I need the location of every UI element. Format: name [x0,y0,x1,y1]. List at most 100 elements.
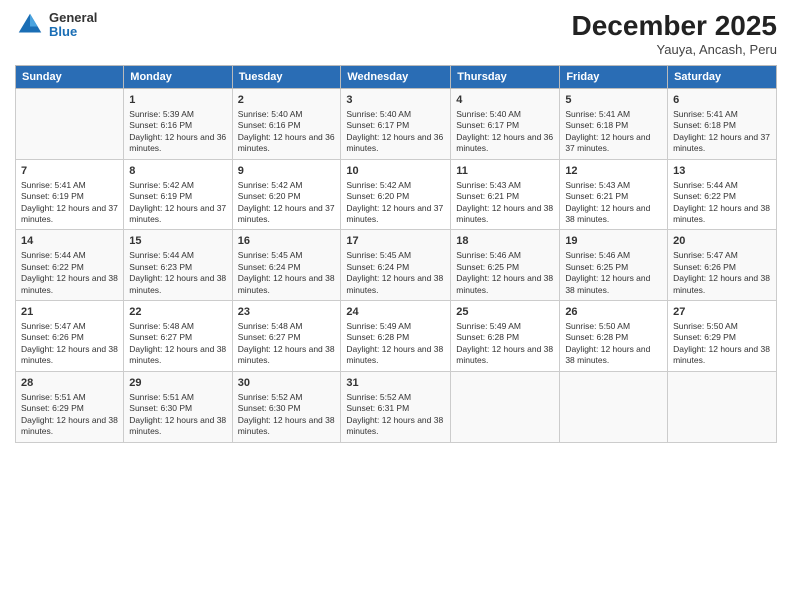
day-cell [668,371,777,442]
day-info: Sunrise: 5:41 AMSunset: 6:18 PMDaylight:… [673,109,771,155]
day-number: 30 [238,376,336,391]
day-number: 7 [21,164,118,179]
col-header-tuesday: Tuesday [232,66,341,89]
day-info: Sunrise: 5:48 AMSunset: 6:27 PMDaylight:… [238,321,336,367]
day-info: Sunrise: 5:51 AMSunset: 6:30 PMDaylight:… [129,392,226,438]
col-header-sunday: Sunday [16,66,124,89]
day-cell: 3Sunrise: 5:40 AMSunset: 6:17 PMDaylight… [341,89,451,160]
day-cell: 2Sunrise: 5:40 AMSunset: 6:16 PMDaylight… [232,89,341,160]
day-number: 4 [456,93,554,108]
day-cell [560,371,668,442]
day-info: Sunrise: 5:46 AMSunset: 6:25 PMDaylight:… [456,250,554,296]
day-number: 3 [346,93,445,108]
day-number: 2 [238,93,336,108]
day-cell: 29Sunrise: 5:51 AMSunset: 6:30 PMDayligh… [124,371,232,442]
day-cell: 22Sunrise: 5:48 AMSunset: 6:27 PMDayligh… [124,301,232,372]
day-number: 28 [21,376,118,391]
day-number: 18 [456,234,554,249]
day-cell: 24Sunrise: 5:49 AMSunset: 6:28 PMDayligh… [341,301,451,372]
day-number: 11 [456,164,554,179]
day-number: 22 [129,305,226,320]
day-info: Sunrise: 5:42 AMSunset: 6:20 PMDaylight:… [346,180,445,226]
day-cell: 16Sunrise: 5:45 AMSunset: 6:24 PMDayligh… [232,230,341,301]
day-number: 24 [346,305,445,320]
day-cell: 20Sunrise: 5:47 AMSunset: 6:26 PMDayligh… [668,230,777,301]
day-cell: 17Sunrise: 5:45 AMSunset: 6:24 PMDayligh… [341,230,451,301]
day-number: 1 [129,93,226,108]
logo-text: General Blue [49,11,97,40]
calendar-table: SundayMondayTuesdayWednesdayThursdayFrid… [15,65,777,443]
col-header-wednesday: Wednesday [341,66,451,89]
day-info: Sunrise: 5:49 AMSunset: 6:28 PMDaylight:… [346,321,445,367]
col-header-thursday: Thursday [451,66,560,89]
day-cell: 12Sunrise: 5:43 AMSunset: 6:21 PMDayligh… [560,159,668,230]
col-header-saturday: Saturday [668,66,777,89]
day-number: 23 [238,305,336,320]
day-cell: 5Sunrise: 5:41 AMSunset: 6:18 PMDaylight… [560,89,668,160]
day-info: Sunrise: 5:42 AMSunset: 6:19 PMDaylight:… [129,180,226,226]
day-number: 31 [346,376,445,391]
day-info: Sunrise: 5:47 AMSunset: 6:26 PMDaylight:… [673,250,771,296]
day-number: 21 [21,305,118,320]
week-row: 7Sunrise: 5:41 AMSunset: 6:19 PMDaylight… [16,159,777,230]
day-info: Sunrise: 5:44 AMSunset: 6:23 PMDaylight:… [129,250,226,296]
day-cell: 18Sunrise: 5:46 AMSunset: 6:25 PMDayligh… [451,230,560,301]
day-number: 13 [673,164,771,179]
header-row: SundayMondayTuesdayWednesdayThursdayFrid… [16,66,777,89]
day-cell: 4Sunrise: 5:40 AMSunset: 6:17 PMDaylight… [451,89,560,160]
day-number: 20 [673,234,771,249]
day-number: 9 [238,164,336,179]
day-number: 8 [129,164,226,179]
day-info: Sunrise: 5:45 AMSunset: 6:24 PMDaylight:… [238,250,336,296]
day-cell: 27Sunrise: 5:50 AMSunset: 6:29 PMDayligh… [668,301,777,372]
day-number: 27 [673,305,771,320]
week-row: 21Sunrise: 5:47 AMSunset: 6:26 PMDayligh… [16,301,777,372]
week-row: 28Sunrise: 5:51 AMSunset: 6:29 PMDayligh… [16,371,777,442]
day-number: 25 [456,305,554,320]
header: General Blue December 2025 Yauya, Ancash… [15,10,777,57]
day-cell: 25Sunrise: 5:49 AMSunset: 6:28 PMDayligh… [451,301,560,372]
col-header-friday: Friday [560,66,668,89]
day-number: 19 [565,234,662,249]
day-cell: 1Sunrise: 5:39 AMSunset: 6:16 PMDaylight… [124,89,232,160]
day-info: Sunrise: 5:41 AMSunset: 6:18 PMDaylight:… [565,109,662,155]
day-cell: 11Sunrise: 5:43 AMSunset: 6:21 PMDayligh… [451,159,560,230]
logo-blue: Blue [49,25,97,39]
day-cell: 28Sunrise: 5:51 AMSunset: 6:29 PMDayligh… [16,371,124,442]
day-info: Sunrise: 5:52 AMSunset: 6:31 PMDaylight:… [346,392,445,438]
day-cell: 23Sunrise: 5:48 AMSunset: 6:27 PMDayligh… [232,301,341,372]
logo-icon [15,10,45,40]
day-info: Sunrise: 5:42 AMSunset: 6:20 PMDaylight:… [238,180,336,226]
day-cell: 26Sunrise: 5:50 AMSunset: 6:28 PMDayligh… [560,301,668,372]
day-cell: 9Sunrise: 5:42 AMSunset: 6:20 PMDaylight… [232,159,341,230]
logo-general: General [49,11,97,25]
day-info: Sunrise: 5:47 AMSunset: 6:26 PMDaylight:… [21,321,118,367]
day-info: Sunrise: 5:41 AMSunset: 6:19 PMDaylight:… [21,180,118,226]
subtitle: Yauya, Ancash, Peru [572,42,777,57]
day-cell: 14Sunrise: 5:44 AMSunset: 6:22 PMDayligh… [16,230,124,301]
day-info: Sunrise: 5:43 AMSunset: 6:21 PMDaylight:… [565,180,662,226]
day-info: Sunrise: 5:48 AMSunset: 6:27 PMDaylight:… [129,321,226,367]
day-info: Sunrise: 5:49 AMSunset: 6:28 PMDaylight:… [456,321,554,367]
day-number: 12 [565,164,662,179]
day-cell: 31Sunrise: 5:52 AMSunset: 6:31 PMDayligh… [341,371,451,442]
day-info: Sunrise: 5:51 AMSunset: 6:29 PMDaylight:… [21,392,118,438]
day-cell: 7Sunrise: 5:41 AMSunset: 6:19 PMDaylight… [16,159,124,230]
day-number: 6 [673,93,771,108]
logo: General Blue [15,10,97,40]
week-row: 14Sunrise: 5:44 AMSunset: 6:22 PMDayligh… [16,230,777,301]
day-info: Sunrise: 5:45 AMSunset: 6:24 PMDaylight:… [346,250,445,296]
day-info: Sunrise: 5:50 AMSunset: 6:28 PMDaylight:… [565,321,662,367]
day-number: 16 [238,234,336,249]
day-info: Sunrise: 5:44 AMSunset: 6:22 PMDaylight:… [673,180,771,226]
page: General Blue December 2025 Yauya, Ancash… [0,0,792,612]
day-info: Sunrise: 5:40 AMSunset: 6:17 PMDaylight:… [346,109,445,155]
day-info: Sunrise: 5:43 AMSunset: 6:21 PMDaylight:… [456,180,554,226]
day-info: Sunrise: 5:39 AMSunset: 6:16 PMDaylight:… [129,109,226,155]
month-title: December 2025 [572,10,777,42]
day-info: Sunrise: 5:52 AMSunset: 6:30 PMDaylight:… [238,392,336,438]
day-number: 29 [129,376,226,391]
day-cell: 6Sunrise: 5:41 AMSunset: 6:18 PMDaylight… [668,89,777,160]
day-info: Sunrise: 5:40 AMSunset: 6:17 PMDaylight:… [456,109,554,155]
day-cell: 8Sunrise: 5:42 AMSunset: 6:19 PMDaylight… [124,159,232,230]
